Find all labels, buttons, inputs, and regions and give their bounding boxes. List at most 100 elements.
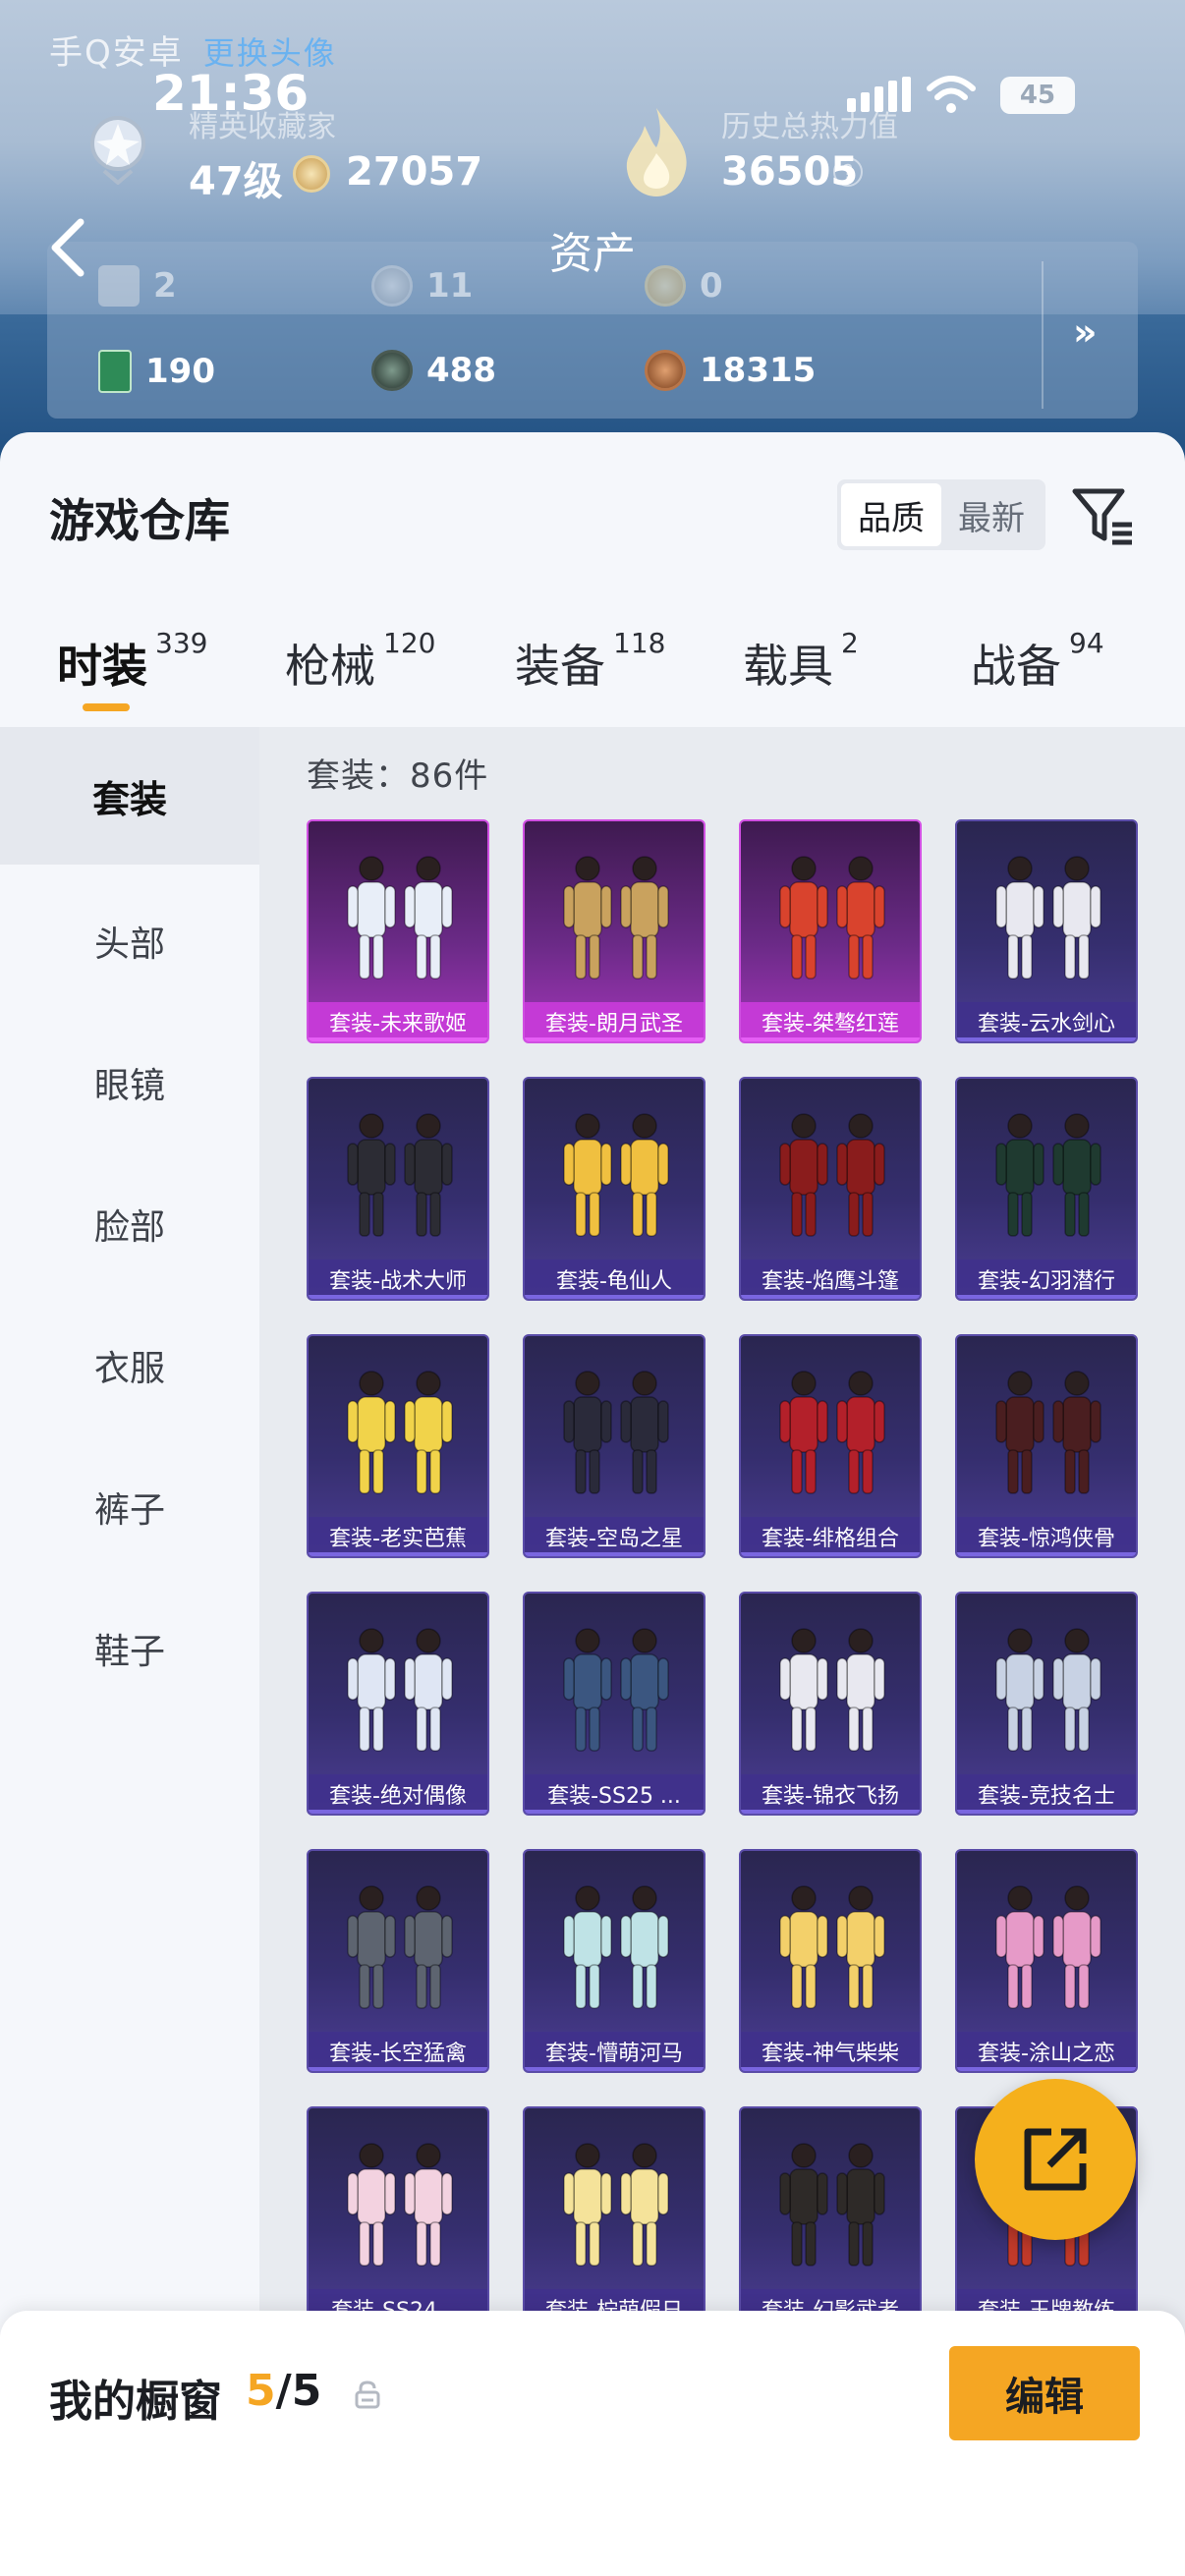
- gold-coin-icon: [645, 265, 686, 307]
- item-card[interactable]: 套装-柠萌假日: [523, 2106, 705, 2330]
- tab-fashion[interactable]: 时装 339: [57, 627, 207, 696]
- profile-header: 手Q安卓 更换头像 21:36 45 精英收藏家 47级 27057 历史总热力值…: [0, 0, 1185, 472]
- outfit-figure-icon: [995, 1885, 1101, 2009]
- item-card[interactable]: 套装-懵萌河马: [523, 1849, 705, 2073]
- outfit-figure-icon: [563, 1885, 669, 2009]
- asset-green-card[interactable]: 190: [98, 350, 215, 393]
- sort-toggle: 品质 最新: [837, 479, 1045, 550]
- rarity-edge: [309, 1552, 487, 1556]
- item-card[interactable]: 套装-朗月武圣: [523, 819, 705, 1043]
- asset-gold-coin[interactable]: 0: [645, 265, 723, 307]
- item-card-label: 套装-龟仙人: [525, 1260, 704, 1299]
- item-card[interactable]: 套装-绯格组合: [739, 1334, 922, 1558]
- item-card[interactable]: 套装-SS24 ...: [307, 2106, 489, 2330]
- item-card-label: 套装-绝对偶像: [309, 1774, 487, 1814]
- item-card-label: 套装-神气柴柴: [741, 2032, 920, 2071]
- history-heat-label: 历史总热力值: [721, 110, 898, 144]
- item-card[interactable]: 套装-云水剑心: [955, 819, 1138, 1043]
- rarity-edge: [957, 2067, 1136, 2071]
- sidebar-item-glasses[interactable]: 眼镜: [0, 1014, 259, 1151]
- item-card[interactable]: 套装-桀骜红莲: [739, 819, 922, 1043]
- rarity-edge: [525, 2067, 704, 2071]
- collector-medal-icon: [90, 116, 145, 185]
- showcase-count: 5/5: [246, 2366, 322, 2416]
- item-card-label: 套装-竞技名士: [957, 1774, 1136, 1814]
- help-icon[interactable]: ?: [833, 157, 863, 187]
- sidebar-item-face[interactable]: 脸部: [0, 1155, 259, 1293]
- item-card[interactable]: 套装-战术大师: [307, 1077, 489, 1301]
- rarity-edge: [309, 1295, 487, 1299]
- item-card[interactable]: 套装-SS25 ...: [523, 1592, 705, 1816]
- coin-value: 27057: [346, 149, 483, 195]
- collector-label: 精英收藏家: [189, 110, 336, 144]
- rarity-edge: [309, 2067, 487, 2071]
- outfit-figure-icon: [347, 856, 453, 980]
- outfit-figure-icon: [347, 1885, 453, 2009]
- item-card[interactable]: 套装-空岛之星: [523, 1334, 705, 1558]
- item-card[interactable]: 套装-焰鹰斗篷: [739, 1077, 922, 1301]
- sort-quality-button[interactable]: 品质: [841, 483, 941, 546]
- sidebar-item-head[interactable]: 头部: [0, 872, 259, 1010]
- item-card[interactable]: 套装-幻羽潜行: [955, 1077, 1138, 1301]
- sidebar-item-clothes[interactable]: 衣服: [0, 1297, 259, 1434]
- rarity-edge: [525, 1295, 704, 1299]
- item-card-label: 套装-老实芭蕉: [309, 1517, 487, 1556]
- item-card[interactable]: 套装-绝对偶像: [307, 1592, 489, 1816]
- wifi-icon: [927, 76, 976, 113]
- flame-icon: [626, 108, 687, 196]
- tab-weapons[interactable]: 枪械 120: [285, 627, 435, 696]
- asset-dark-gem[interactable]: 488: [371, 350, 496, 391]
- rarity-edge: [525, 1810, 704, 1814]
- item-card-label: 套装-惊鸿侠骨: [957, 1517, 1136, 1556]
- outfit-figure-icon: [347, 1371, 453, 1494]
- green-card-icon: [98, 350, 132, 393]
- battery-indicator: 45: [1000, 77, 1075, 114]
- tab-supplies[interactable]: 战备 94: [971, 627, 1104, 696]
- item-card[interactable]: 套装-长空猛禽: [307, 1849, 489, 2073]
- item-card[interactable]: 套装-老实芭蕉: [307, 1334, 489, 1558]
- item-card-label: 套装-未来歌姬: [309, 1002, 487, 1041]
- filter-icon[interactable]: [1069, 481, 1136, 548]
- lock-icon: [355, 2380, 380, 2409]
- item-card-label: 套装-SS25 ...: [525, 1774, 704, 1814]
- item-card[interactable]: 套装-惊鸿侠骨: [955, 1334, 1138, 1558]
- asset-ticket[interactable]: 2: [98, 265, 177, 307]
- item-card-label: 套装-桀骜红莲: [741, 1002, 920, 1041]
- rarity-edge: [525, 1552, 704, 1556]
- tab-vehicles[interactable]: 载具 2: [743, 627, 859, 696]
- item-card-label: 套装-幻羽潜行: [957, 1260, 1136, 1299]
- item-card-label: 套装-朗月武圣: [525, 1002, 704, 1041]
- item-card[interactable]: 套装-未来歌姬: [307, 819, 489, 1043]
- sidebar-item-pants[interactable]: 裤子: [0, 1438, 259, 1576]
- outfit-figure-icon: [779, 856, 885, 980]
- asset-silver-coin[interactable]: 11: [371, 265, 473, 307]
- sort-newest-button[interactable]: 最新: [941, 483, 1042, 546]
- coin-icon: [293, 155, 330, 193]
- item-card[interactable]: 套装-神气柴柴: [739, 1849, 922, 2073]
- tab-equipment[interactable]: 装备 118: [515, 627, 665, 696]
- item-card[interactable]: 套装-锦衣飞扬: [739, 1592, 922, 1816]
- bronze-coin-icon: [645, 350, 686, 391]
- assets-more-icon[interactable]: »: [1073, 310, 1098, 354]
- sidebar-item-shoes[interactable]: 鞋子: [0, 1580, 259, 1717]
- outfit-figure-icon: [563, 1628, 669, 1752]
- rarity-edge: [309, 1037, 487, 1041]
- item-card[interactable]: 套装-竞技名士: [955, 1592, 1138, 1816]
- assets-divider: [1042, 261, 1044, 409]
- item-card-label: 套装-云水剑心: [957, 1002, 1136, 1041]
- edit-button[interactable]: 编辑: [949, 2346, 1140, 2440]
- warehouse-sheet: 游戏仓库 品质 最新 时装 339 枪械 120 装备 118 载具 2 战备 94 套装…: [0, 432, 1185, 2576]
- ticket-icon: [98, 265, 140, 307]
- item-card-label: 套装-懵萌河马: [525, 2032, 704, 2071]
- rarity-edge: [741, 2067, 920, 2071]
- item-grid-area: 套装：86件 套装-未来歌姬 套装-朗月武圣 套装-桀骜红莲 套装-云水剑心 套装-战术…: [259, 727, 1185, 2576]
- item-card[interactable]: 套装-龟仙人: [523, 1077, 705, 1301]
- item-card[interactable]: 套装-幻影武者: [739, 2106, 922, 2330]
- outfit-figure-icon: [563, 856, 669, 980]
- sidebar-item-outfit[interactable]: 套装: [0, 727, 259, 865]
- asset-bronze-coin[interactable]: 18315: [645, 350, 816, 391]
- warehouse-title: 游戏仓库: [49, 494, 230, 547]
- showcase-title: 我的橱窗: [49, 2377, 222, 2427]
- item-card[interactable]: 套装-涂山之恋: [955, 1849, 1138, 2073]
- share-button[interactable]: [975, 2079, 1136, 2240]
